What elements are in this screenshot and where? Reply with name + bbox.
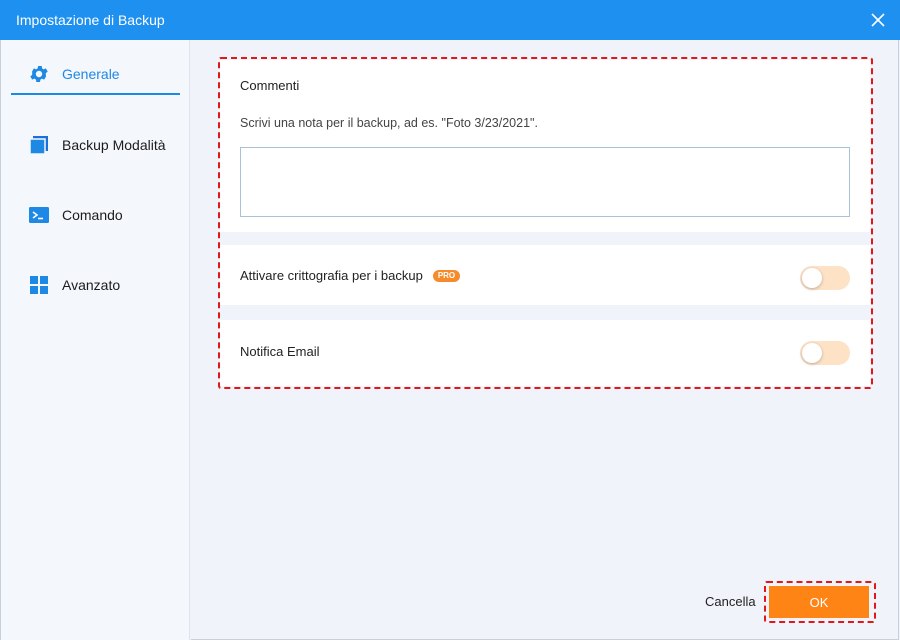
encryption-toggle[interactable] [800,266,850,290]
stack-icon [28,134,50,156]
title-bar: Impostazione di Backup [0,0,900,40]
close-icon [871,13,885,27]
pro-badge: PRO [432,269,461,282]
toggle-knob [802,268,822,288]
sidebar-item-label: Comando [62,207,123,223]
email-panel: Notifica Email [220,320,870,386]
sidebar-item-label: Generale [62,66,120,82]
email-label: Notifica Email [240,344,320,359]
sidebar-item-label: Avanzato [62,277,121,293]
email-toggle[interactable] [800,341,850,365]
sidebar-item-backup-modalita[interactable]: Backup Modalità [11,125,180,165]
comments-hint: Scrivi una nota per il backup, ad es. "F… [240,116,538,130]
encryption-label: Attivare crittografia per i backup [240,268,423,283]
toggle-knob [802,343,822,363]
encryption-panel: Attivare crittografia per i backup PRO [220,245,870,305]
gear-icon [28,63,50,85]
terminal-icon [28,204,50,226]
sidebar-item-comando[interactable]: Comando [11,195,180,235]
comments-title: Commenti [240,78,300,93]
comments-input[interactable] [240,147,850,217]
close-button[interactable] [866,8,890,32]
encryption-row: Attivare crittografia per i backup PRO [240,268,461,283]
ok-button[interactable]: OK [769,586,869,618]
comments-panel: Commenti Scrivi una nota per il backup, … [220,60,870,232]
email-row: Notifica Email [240,344,319,359]
sidebar-item-label: Backup Modalità [62,137,166,153]
cancel-button[interactable]: Cancella [705,594,756,609]
grid-icon [28,274,50,296]
sidebar-item-generale[interactable]: Generale [11,55,180,95]
window-title: Impostazione di Backup [16,12,165,28]
sidebar-item-avanzato[interactable]: Avanzato [11,265,180,305]
sidebar: Generale Backup Modalità Comando Avanzat… [0,40,190,640]
